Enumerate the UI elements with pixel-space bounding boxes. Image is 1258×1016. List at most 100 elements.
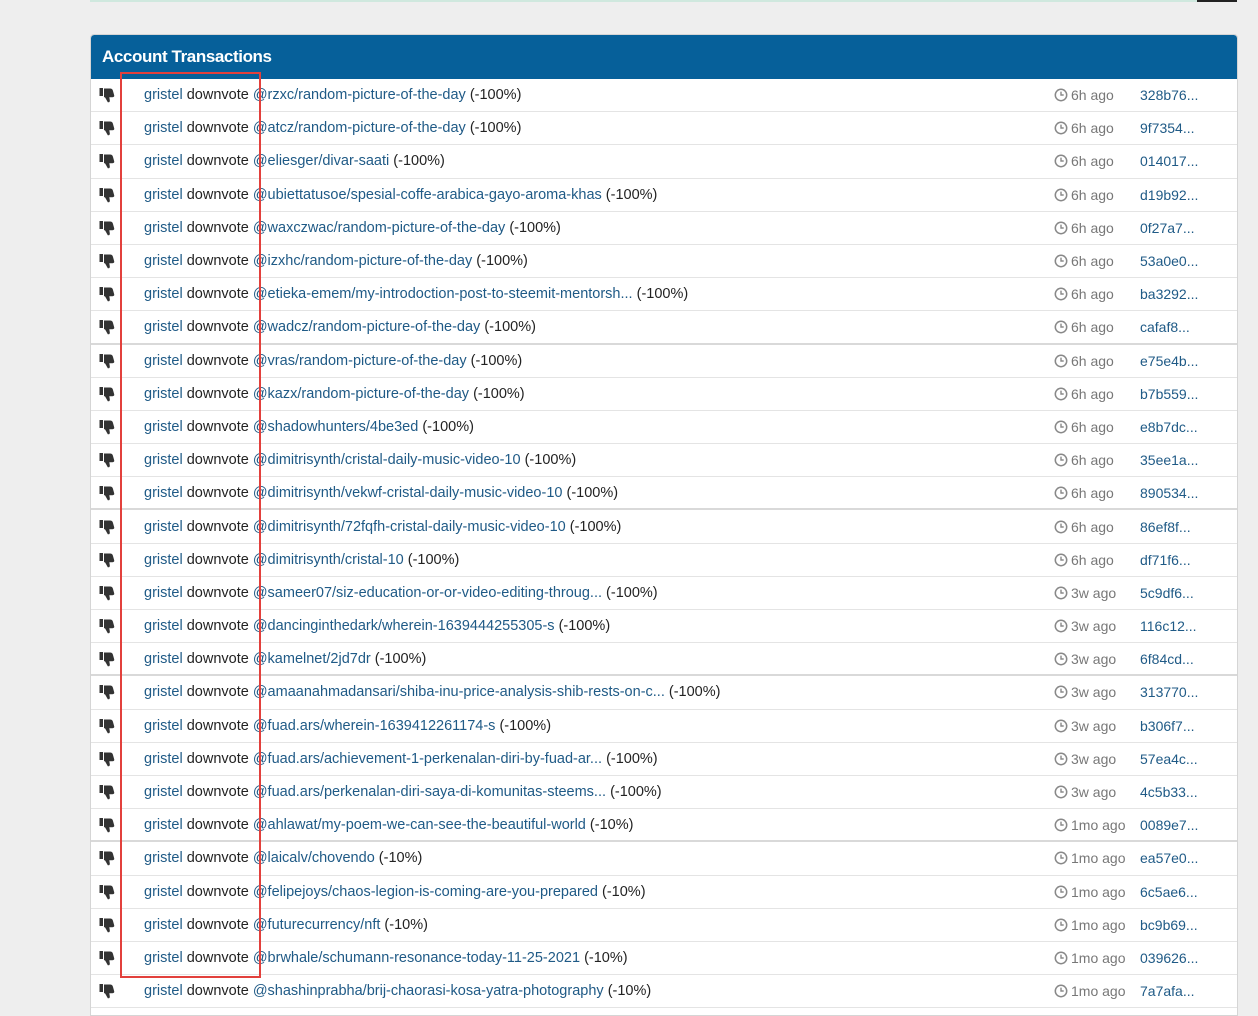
voter-link[interactable]: gristel bbox=[144, 153, 183, 169]
transaction-id-link[interactable]: b7b559... bbox=[1140, 378, 1198, 410]
post-link[interactable]: @dimitrisynth/cristal-daily-music-video-… bbox=[253, 452, 521, 468]
voter-link[interactable]: gristel bbox=[144, 751, 183, 767]
post-link[interactable]: @etieka-emem/my-introdoction-post-to-ste… bbox=[253, 286, 633, 302]
post-link[interactable]: @dimitrisynth/72fqfh-cristal-daily-music… bbox=[253, 519, 566, 535]
transaction-id-link[interactable]: 86ef8f... bbox=[1140, 510, 1191, 542]
transaction-id-link[interactable]: df71f6... bbox=[1140, 544, 1191, 576]
vote-weight: (-100%) bbox=[569, 518, 622, 535]
post-link[interactable]: @ahlawat/my-poem-we-can-see-the-beautifu… bbox=[253, 817, 586, 833]
post-link[interactable]: @rzxc/random-picture-of-the-day bbox=[253, 87, 466, 103]
post-link[interactable]: @kamelnet/2jd7dr bbox=[253, 651, 371, 667]
voter-link[interactable]: gristel bbox=[144, 684, 183, 700]
voter-link[interactable]: gristel bbox=[144, 253, 183, 269]
voter-link[interactable]: gristel bbox=[144, 87, 183, 103]
voter-link[interactable]: gristel bbox=[144, 618, 183, 634]
post-link[interactable]: @fuad.ars/achievement-1-perkenalan-diri-… bbox=[253, 751, 602, 767]
post-link[interactable]: @fuad.ars/wherein-1639412261174-s bbox=[253, 718, 496, 734]
transaction-id-link[interactable]: ba3292... bbox=[1140, 278, 1198, 310]
post-link[interactable]: @futurecurrency/nft bbox=[253, 917, 381, 933]
clock-icon bbox=[1054, 320, 1071, 334]
thumbs-down-icon bbox=[98, 776, 116, 808]
post-link[interactable]: @dimitrisynth/cristal-10 bbox=[253, 552, 404, 568]
transaction-id-link[interactable]: 9f7354... bbox=[1140, 112, 1195, 144]
action-label: downvote bbox=[186, 717, 249, 734]
transaction-time: 6h ago bbox=[1054, 245, 1114, 277]
transaction-id-link[interactable]: 116c12... bbox=[1140, 610, 1197, 642]
transaction-id-link[interactable]: 328b76... bbox=[1140, 79, 1198, 111]
transaction-id-link[interactable]: ea57e0... bbox=[1140, 842, 1198, 874]
voter-link[interactable]: gristel bbox=[144, 585, 183, 601]
transaction-id-link[interactable]: b306f7... bbox=[1140, 710, 1195, 742]
voter-link[interactable]: gristel bbox=[144, 950, 183, 966]
voter-link[interactable]: gristel bbox=[144, 552, 183, 568]
transaction-id-link[interactable]: e75e4b... bbox=[1140, 345, 1198, 377]
voter-link[interactable]: gristel bbox=[144, 884, 183, 900]
voter-link[interactable]: gristel bbox=[144, 651, 183, 667]
transaction-id-link[interactable]: 039626... bbox=[1140, 942, 1198, 974]
transaction-id-link[interactable]: 5c9df6... bbox=[1140, 577, 1194, 609]
transaction-id-link[interactable]: 313770... bbox=[1140, 676, 1198, 708]
post-link[interactable]: @kazx/random-picture-of-the-day bbox=[253, 386, 469, 402]
voter-link[interactable]: gristel bbox=[144, 983, 183, 999]
voter-link[interactable]: gristel bbox=[144, 784, 183, 800]
transaction-id-link[interactable]: 0089e7... bbox=[1140, 809, 1198, 840]
vote-weight: (-10%) bbox=[384, 916, 428, 933]
transaction-id-link[interactable]: 4c5b33... bbox=[1140, 776, 1198, 808]
voter-link[interactable]: gristel bbox=[144, 917, 183, 933]
voter-link[interactable]: gristel bbox=[144, 120, 183, 136]
transaction-id-link[interactable]: 35ee1a... bbox=[1140, 444, 1198, 476]
thumbs-down-icon bbox=[98, 842, 116, 874]
clock-icon bbox=[1054, 785, 1071, 799]
voter-link[interactable]: gristel bbox=[144, 319, 183, 335]
transaction-id-link[interactable]: 0f27a7... bbox=[1140, 212, 1195, 244]
voter-link[interactable]: gristel bbox=[144, 419, 183, 435]
voter-link[interactable]: gristel bbox=[144, 519, 183, 535]
post-link[interactable]: @wadcz/random-picture-of-the-day bbox=[253, 319, 480, 335]
transaction-id-link[interactable]: 6c5ae6... bbox=[1140, 876, 1198, 908]
voter-link[interactable]: gristel bbox=[144, 386, 183, 402]
post-link[interactable]: @amaanahmadansari/shiba-inu-price-analys… bbox=[253, 684, 665, 700]
post-link[interactable]: @shadowhunters/4be3ed bbox=[253, 419, 418, 435]
post-link[interactable]: @laicalv/chovendo bbox=[253, 850, 375, 866]
action-label: downvote bbox=[186, 286, 249, 303]
transaction-id-link[interactable]: bc9b69... bbox=[1140, 909, 1198, 941]
top-progress-end bbox=[1197, 0, 1237, 2]
action-label: downvote bbox=[186, 816, 249, 833]
post-link[interactable]: @shashinprabha/brij-chaorasi-kosa-yatra-… bbox=[253, 983, 604, 999]
voter-link[interactable]: gristel bbox=[144, 817, 183, 833]
voter-link[interactable]: gristel bbox=[144, 452, 183, 468]
post-link[interactable]: @brwhale/schumann-resonance-today-11-25-… bbox=[253, 950, 580, 966]
voter-link[interactable]: gristel bbox=[144, 485, 183, 501]
post-link[interactable]: @felipejoys/chaos-legion-is-coming-are-y… bbox=[253, 884, 598, 900]
clock-icon bbox=[1054, 586, 1071, 600]
transaction-id-link[interactable]: 57ea4c... bbox=[1140, 743, 1198, 775]
transaction-id-link[interactable]: 014017... bbox=[1140, 145, 1198, 177]
post-link[interactable]: @waxczwac/random-picture-of-the-day bbox=[253, 220, 505, 236]
transaction-id-link[interactable]: 53a0e0... bbox=[1140, 245, 1198, 277]
thumbs-down-icon bbox=[98, 212, 116, 244]
post-link[interactable]: @sameer07/siz-education-or-or-video-edit… bbox=[253, 585, 602, 601]
transaction-id-link[interactable]: e8b7dc... bbox=[1140, 411, 1198, 443]
post-link[interactable]: @dimitrisynth/vekwf-cristal-daily-music-… bbox=[253, 485, 563, 501]
voter-link[interactable]: gristel bbox=[144, 353, 183, 369]
transaction-id-link[interactable]: cafaf8... bbox=[1140, 311, 1190, 342]
time-ago: 3w ago bbox=[1071, 650, 1117, 667]
post-link[interactable]: @dancinginthedark/wherein-1639444255305-… bbox=[253, 618, 555, 634]
voter-link[interactable]: gristel bbox=[144, 220, 183, 236]
voter-link[interactable]: gristel bbox=[144, 286, 183, 302]
voter-link[interactable]: gristel bbox=[144, 718, 183, 734]
transaction-id-link[interactable]: 7a7afa... bbox=[1140, 975, 1195, 1007]
voter-link[interactable]: gristel bbox=[144, 850, 183, 866]
transaction-id-link[interactable]: d19b92... bbox=[1140, 179, 1198, 211]
clock-icon bbox=[1054, 553, 1071, 567]
action-label: downvote bbox=[186, 87, 249, 104]
post-link[interactable]: @izxhc/random-picture-of-the-day bbox=[253, 253, 472, 269]
post-link[interactable]: @fuad.ars/perkenalan-diri-saya-di-komuni… bbox=[253, 784, 606, 800]
post-link[interactable]: @ubiettatusoe/spesial-coffe-arabica-gayo… bbox=[253, 187, 602, 203]
post-link[interactable]: @eliesger/divar-saati bbox=[253, 153, 389, 169]
transaction-id-link[interactable]: 890534... bbox=[1140, 477, 1198, 508]
post-link[interactable]: @vras/random-picture-of-the-day bbox=[253, 353, 467, 369]
post-link[interactable]: @atcz/random-picture-of-the-day bbox=[253, 120, 466, 136]
voter-link[interactable]: gristel bbox=[144, 187, 183, 203]
transaction-id-link[interactable]: 6f84cd... bbox=[1140, 643, 1194, 674]
